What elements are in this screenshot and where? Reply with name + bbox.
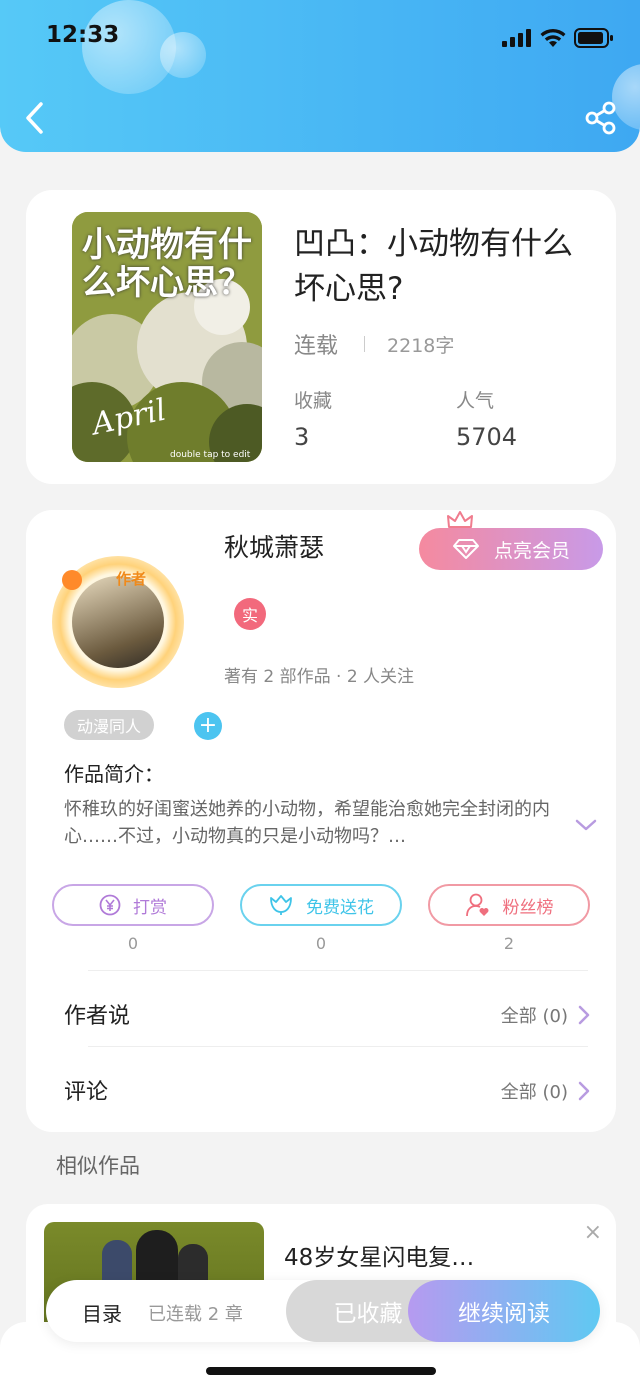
chevron-right-icon (578, 1005, 590, 1025)
send-flower-label: 免费送花 (306, 897, 374, 918)
book-info-card: 小动物有什么坏心思？ April double tap to edit 凹凸：小… (26, 190, 616, 484)
word-count: 2218字 (387, 334, 455, 357)
reward-count: 0 (127, 934, 139, 953)
fan-ranking-label: 粉丝榜 (502, 897, 554, 918)
serial-status: 连载 (294, 334, 339, 359)
flower-icon (270, 895, 292, 915)
avatar-author-badge: 作者 (116, 570, 147, 588)
wifi-icon (540, 28, 566, 47)
send-flower-count: 0 (315, 934, 327, 953)
signal-icon (502, 29, 531, 47)
book-cover[interactable]: 小动物有什么坏心思？ April double tap to edit (72, 212, 262, 462)
favorites-value: 3 (294, 423, 310, 451)
favorites-stat: 收藏 3 (294, 386, 332, 451)
divider (88, 1046, 588, 1047)
comments-value: 全部 (0) (500, 1082, 568, 1103)
add-tag-button[interactable]: + (194, 712, 222, 740)
decor-bubble (160, 32, 206, 78)
top-header: 12:33 (0, 0, 640, 152)
book-meta: 连载 2218字 (294, 328, 454, 360)
similar-title: 48岁女星闪电复… (284, 1245, 475, 1271)
bottom-action-bar: 目录 已连载 2 章 已收藏 继续阅读 (46, 1280, 600, 1342)
author-name[interactable]: 秋城萧瑟 (224, 528, 324, 564)
fan-ranking-count: 2 (503, 934, 515, 953)
cover-caption: double tap to edit (170, 450, 251, 460)
continue-reading-button[interactable]: 继续阅读 (408, 1280, 600, 1342)
meta-divider (364, 336, 366, 352)
author-says-value: 全部 (0) (500, 1006, 568, 1027)
popularity-stat: 人气 5704 (456, 386, 517, 451)
comments-label[interactable]: 评论 (64, 1074, 108, 1106)
popularity-value: 5704 (456, 423, 518, 451)
vip-button[interactable]: 点亮会员 (419, 528, 603, 570)
battery-icon (574, 28, 613, 48)
similar-section-title: 相似作品 (56, 1154, 140, 1178)
author-card: 作者 秋城萧瑟 点亮会员 实 著有 2 部作品 · 2 人关注 动漫同人 + 作… (26, 510, 616, 1132)
divider (88, 970, 588, 971)
catalog-button[interactable]: 目录 (82, 1298, 122, 1327)
author-says-link[interactable]: 全部 (0) (501, 1002, 590, 1028)
diamond-icon (452, 539, 479, 559)
reward-button[interactable]: 打赏 (52, 884, 214, 926)
fan-ranking-button[interactable]: 粉丝榜 (428, 884, 590, 926)
author-stats: 著有 2 部作品 · 2 人关注 (224, 667, 415, 687)
reward-label: 打赏 (133, 897, 167, 918)
genre-tag[interactable]: 动漫同人 (64, 710, 155, 740)
intro-text: 怀稚玖的好闺蜜送她养的小动物，希望能治愈她完全封闭的内心……不过，小动物真的只是… (64, 799, 550, 847)
status-icons (502, 28, 614, 48)
book-title: 凹凸：小动物有什么坏心思? (294, 226, 573, 307)
vip-label: 点亮会员 (493, 539, 570, 562)
real-name-badge: 实 (234, 598, 266, 630)
popularity-label: 人气 (456, 390, 495, 412)
chapters-updated: 已连载 2 章 (148, 1304, 243, 1325)
back-icon[interactable] (20, 98, 52, 138)
fan-user-icon (465, 893, 488, 917)
comments-link[interactable]: 全部 (0) (501, 1078, 590, 1104)
chevron-down-icon[interactable] (574, 816, 598, 834)
crown-icon (447, 511, 473, 528)
yen-icon (99, 894, 121, 916)
close-icon[interactable]: × (584, 1220, 602, 1245)
avatar-flower-icon (62, 570, 82, 590)
status-time: 12:33 (46, 22, 120, 48)
author-avatar[interactable]: 作者 (52, 556, 184, 688)
favorites-label: 收藏 (294, 390, 333, 412)
share-icon[interactable] (584, 100, 618, 136)
avatar-image (72, 576, 164, 668)
author-says-label[interactable]: 作者说 (64, 998, 130, 1030)
cover-title: 小动物有什么坏心思？ (82, 225, 252, 303)
intro-title: 作品简介： (64, 762, 164, 786)
chevron-right-icon (578, 1081, 590, 1101)
home-indicator[interactable] (206, 1367, 436, 1375)
send-flower-button[interactable]: 免费送花 (240, 884, 402, 926)
